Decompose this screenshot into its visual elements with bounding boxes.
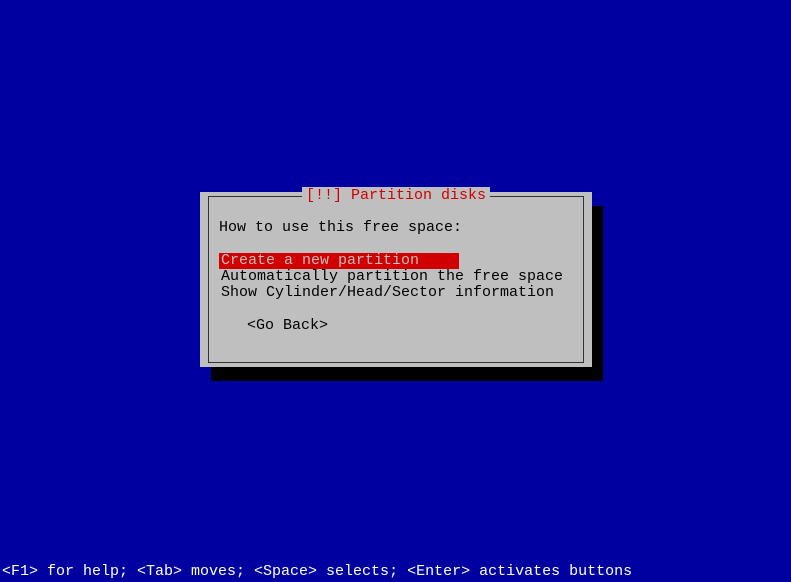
dialog-prompt: How to use this free space: xyxy=(219,219,573,236)
dialog-title: [!!] Partition disks xyxy=(302,187,490,204)
option-show-chs[interactable]: Show Cylinder/Head/Sector information xyxy=(219,285,573,301)
option-create-partition[interactable]: Create a new partition xyxy=(219,253,459,269)
option-auto-partition[interactable]: Automatically partition the free space xyxy=(219,269,573,285)
partition-dialog: [!!] Partition disks How to use this fre… xyxy=(200,192,592,367)
dialog-border: [!!] Partition disks How to use this fre… xyxy=(208,196,584,363)
go-back-button[interactable]: <Go Back> xyxy=(247,317,573,334)
status-bar: <F1> for help; <Tab> moves; <Space> sele… xyxy=(2,563,632,580)
